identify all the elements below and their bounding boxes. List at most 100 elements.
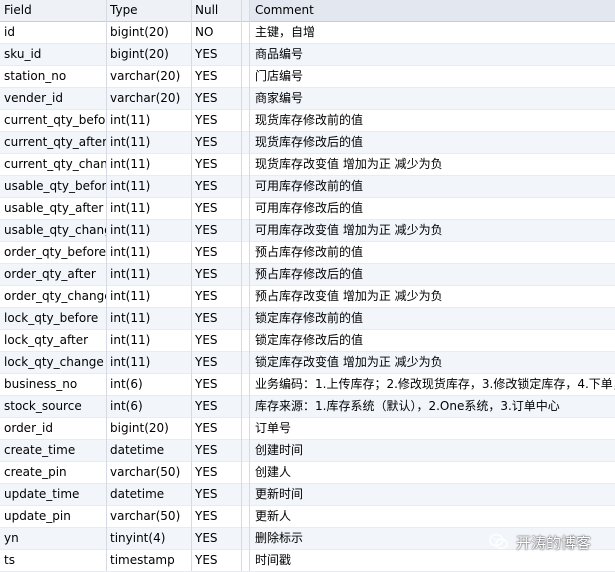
table-row[interactable]: order_qty_after int(11) YES 预占库存修改后的值 <box>0 264 615 286</box>
cell-type[interactable]: int(11) <box>106 308 191 329</box>
cell-type[interactable]: int(11) <box>106 242 191 263</box>
cell-type[interactable]: int(11) <box>106 154 191 175</box>
cell-comment[interactable]: 锁定库存修改后的值 <box>250 330 615 351</box>
cell-comment[interactable]: 门店编号 <box>250 66 615 87</box>
cell-null[interactable]: YES <box>191 484 241 505</box>
cell-type[interactable]: int(11) <box>106 330 191 351</box>
table-row[interactable]: usable_qty_after int(11) YES 可用库存修改后的值 <box>0 198 615 220</box>
table-row[interactable]: usable_qty_changeint(11)YES 可用库存改变值 增加为正 … <box>0 220 615 242</box>
table-row[interactable]: business_no int(6) YES 业务编码：1.上传库存；2.修改现货库存… <box>0 374 615 396</box>
cell-field[interactable]: current_qty_change <box>0 154 106 175</box>
cell-comment[interactable]: 可用库存修改前的值 <box>250 176 615 197</box>
table-row[interactable]: stock_source int(6) YES 库存来源：1.库存系统（默认），2.O… <box>0 396 615 418</box>
cell-null[interactable]: YES <box>191 286 241 307</box>
header-field[interactable]: Field <box>0 0 106 21</box>
cell-field[interactable]: order_id <box>0 418 106 439</box>
cell-null[interactable]: YES <box>191 418 241 439</box>
cell-null[interactable]: YES <box>191 132 241 153</box>
table-row[interactable]: lock_qty_change int(11) YES 锁定库存改变值 增加为正 减少… <box>0 352 615 374</box>
cell-null[interactable]: YES <box>191 528 241 549</box>
cell-null[interactable]: YES <box>191 506 241 527</box>
cell-comment[interactable]: 库存来源：1.库存系统（默认），2.One系统，3.订单中心 <box>250 396 615 417</box>
cell-field[interactable]: id <box>0 22 106 43</box>
cell-field[interactable]: create_time <box>0 440 106 461</box>
cell-comment[interactable]: 可用库存改变值 增加为正 减少为负 <box>250 220 615 241</box>
cell-comment[interactable]: 可用库存修改后的值 <box>250 198 615 219</box>
cell-field[interactable]: order_qty_after <box>0 264 106 285</box>
cell-field[interactable]: usable_qty_after <box>0 198 106 219</box>
table-row[interactable]: current_qty_beforeint(11)YES 现货库存修改前的值 <box>0 110 615 132</box>
cell-comment[interactable]: 商品编号 <box>250 44 615 65</box>
cell-null[interactable]: YES <box>191 330 241 351</box>
table-row[interactable]: sku_id bigint(20) YES 商品编号 <box>0 44 615 66</box>
cell-field[interactable]: lock_qty_after <box>0 330 106 351</box>
header-null[interactable]: Null <box>191 0 241 21</box>
table-row[interactable]: current_qty_after int(11) YES 现货库存修改后的值 <box>0 132 615 154</box>
cell-null[interactable]: YES <box>191 242 241 263</box>
cell-field[interactable]: update_pin <box>0 506 106 527</box>
cell-field[interactable]: vender_id <box>0 88 106 109</box>
table-row[interactable]: id bigint(20) NO 主键，自增 <box>0 22 615 44</box>
cell-field[interactable]: order_qty_before <box>0 242 106 263</box>
cell-type[interactable]: bigint(20) <box>106 22 191 43</box>
table-row[interactable]: update_pin varchar(50) YES 更新人 <box>0 506 615 528</box>
cell-field[interactable]: order_qty_change <box>0 286 106 307</box>
cell-comment[interactable]: 业务编码：1.上传库存；2.修改现货库存，3.修改锁定库存，4.下单， <box>250 374 615 395</box>
cell-comment[interactable]: 预占库存修改前的值 <box>250 242 615 263</box>
cell-field[interactable]: create_pin <box>0 462 106 483</box>
cell-comment[interactable]: 现货库存改变值 增加为正 减少为负 <box>250 154 615 175</box>
cell-type[interactable]: varchar(50) <box>106 462 191 483</box>
header-type[interactable]: Type <box>106 0 191 21</box>
cell-null[interactable]: YES <box>191 66 241 87</box>
cell-comment[interactable]: 锁定库存修改前的值 <box>250 308 615 329</box>
cell-comment[interactable]: 商家编号 <box>250 88 615 109</box>
cell-field[interactable]: usable_qty_change <box>0 220 106 241</box>
cell-field[interactable]: stock_source <box>0 396 106 417</box>
table-row[interactable]: vender_id varchar(20) YES 商家编号 <box>0 88 615 110</box>
cell-field[interactable]: station_no <box>0 66 106 87</box>
table-row[interactable]: lock_qty_after int(11) YES 锁定库存修改后的值 <box>0 330 615 352</box>
cell-type[interactable]: datetime <box>106 440 191 461</box>
cell-comment[interactable]: 订单号 <box>250 418 615 439</box>
cell-comment[interactable]: 预占库存改变值 增加为正 减少为负 <box>250 286 615 307</box>
cell-type[interactable]: int(11) <box>106 220 191 241</box>
cell-field[interactable]: lock_qty_change <box>0 352 106 373</box>
cell-field[interactable]: sku_id <box>0 44 106 65</box>
cell-null[interactable]: YES <box>191 440 241 461</box>
cell-comment[interactable]: 更新时间 <box>250 484 615 505</box>
cell-null[interactable]: YES <box>191 352 241 373</box>
cell-comment[interactable]: 更新人 <box>250 506 615 527</box>
cell-null[interactable]: YES <box>191 462 241 483</box>
cell-comment[interactable]: 主键，自增 <box>250 22 615 43</box>
table-row[interactable]: usable_qty_before int(11) YES 可用库存修改前的值 <box>0 176 615 198</box>
table-row[interactable]: order_qty_change int(11) YES 预占库存改变值 增加为正 减… <box>0 286 615 308</box>
table-row[interactable]: current_qty_changeint(11)YES 现货库存改变值 增加为正… <box>0 154 615 176</box>
cell-type[interactable]: int(11) <box>106 286 191 307</box>
cell-field[interactable]: lock_qty_before <box>0 308 106 329</box>
cell-type[interactable]: int(11) <box>106 352 191 373</box>
cell-type[interactable]: varchar(50) <box>106 506 191 527</box>
cell-null[interactable]: YES <box>191 154 241 175</box>
cell-type[interactable]: int(11) <box>106 198 191 219</box>
cell-null[interactable]: YES <box>191 176 241 197</box>
cell-comment[interactable]: 创建人 <box>250 462 615 483</box>
cell-null[interactable]: YES <box>191 88 241 109</box>
cell-null[interactable]: YES <box>191 308 241 329</box>
header-comment[interactable]: Comment <box>250 0 615 21</box>
cell-field[interactable]: yn <box>0 528 106 549</box>
cell-comment[interactable]: 创建时间 <box>250 440 615 461</box>
cell-type[interactable]: int(6) <box>106 396 191 417</box>
cell-field[interactable]: current_qty_after <box>0 132 106 153</box>
cell-type[interactable]: bigint(20) <box>106 44 191 65</box>
table-row[interactable]: station_no varchar(20) YES 门店编号 <box>0 66 615 88</box>
cell-type[interactable]: int(11) <box>106 132 191 153</box>
cell-null[interactable]: YES <box>191 198 241 219</box>
table-row[interactable]: lock_qty_before int(11) YES 锁定库存修改前的值 <box>0 308 615 330</box>
cell-field[interactable]: update_time <box>0 484 106 505</box>
cell-null[interactable]: YES <box>191 396 241 417</box>
cell-field[interactable]: ts <box>0 550 106 571</box>
cell-comment[interactable]: 预占库存修改后的值 <box>250 264 615 285</box>
table-row[interactable]: create_time datetime YES 创建时间 <box>0 440 615 462</box>
cell-type[interactable]: datetime <box>106 484 191 505</box>
cell-comment[interactable]: 现货库存修改前的值 <box>250 110 615 131</box>
